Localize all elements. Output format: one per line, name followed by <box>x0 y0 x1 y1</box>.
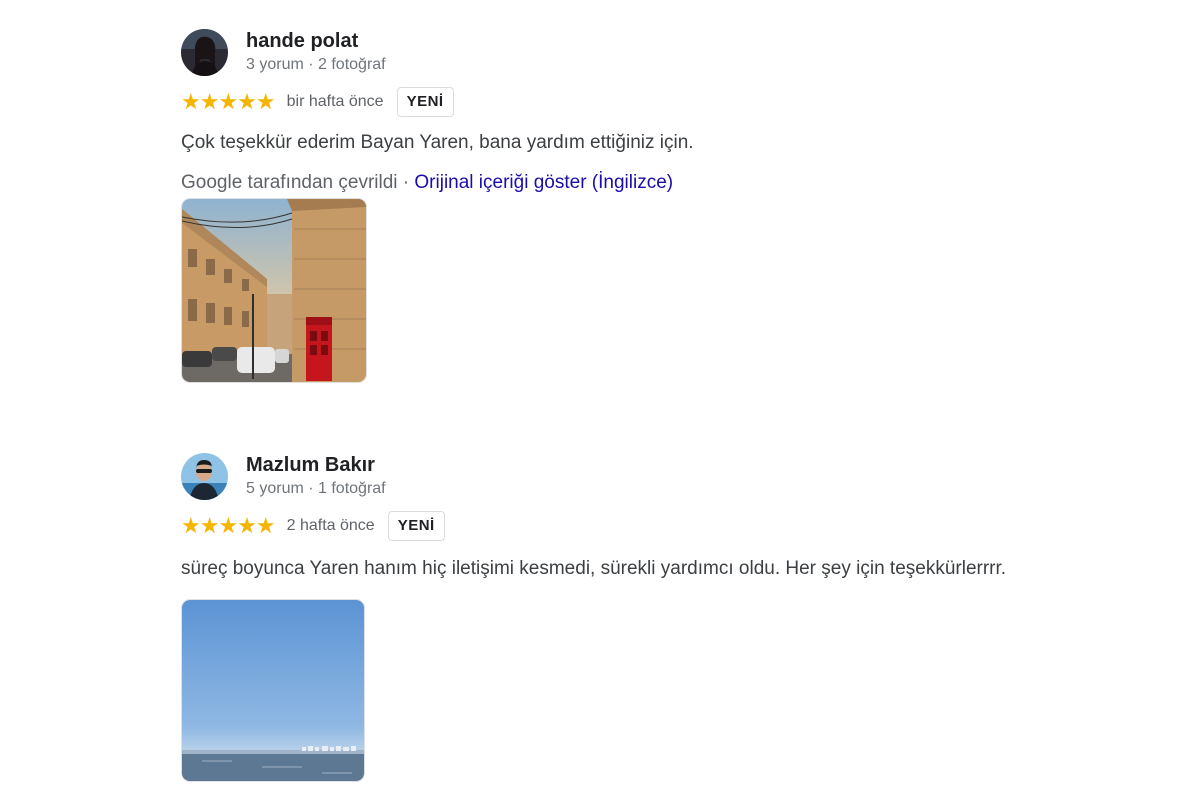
reviewer-meta: 3 yorum · 2 fotoğraf <box>246 55 386 73</box>
show-original-link[interactable]: Orijinal içeriği göster (İngilizce) <box>414 172 673 193</box>
avatar-image <box>181 28 228 76</box>
reviewer-info: hande polat 3 yorum · 2 fotoğraf <box>246 29 386 76</box>
star-rating: ★★★★★ <box>181 513 276 538</box>
reviewer-header: Mazlum Bakır 5 yorum · 1 fotoğraf <box>181 452 1141 500</box>
reviews-page: hande polat 3 yorum · 2 fotoğraf ★★★★★ b… <box>0 0 1200 800</box>
avatar[interactable] <box>181 28 228 76</box>
review-photo[interactable] <box>181 198 367 383</box>
street-photo-image <box>182 199 366 382</box>
reviewer-name[interactable]: Mazlum Bakır <box>246 453 386 477</box>
reviewer-info: Mazlum Bakır 5 yorum · 1 fotoğraf <box>246 453 386 500</box>
review-card: hande polat 3 yorum · 2 fotoğraf ★★★★★ b… <box>181 28 1141 383</box>
reviewer-header: hande polat 3 yorum · 2 fotoğraf <box>181 28 1141 76</box>
sky-sea-photo-image <box>182 600 364 781</box>
avatar-image <box>181 452 228 500</box>
rating-row: ★★★★★ 2 hafta önce YENİ <box>181 510 1141 542</box>
rating-row: ★★★★★ bir hafta önce YENİ <box>181 86 1141 118</box>
new-badge: YENİ <box>387 511 445 541</box>
review-time: bir hafta önce <box>286 93 384 110</box>
separator: · <box>402 172 410 193</box>
reviewer-name[interactable]: hande polat <box>246 29 386 53</box>
new-badge: YENİ <box>396 87 454 117</box>
review-card: Mazlum Bakır 5 yorum · 1 fotoğraf ★★★★★ … <box>181 452 1141 782</box>
avatar[interactable] <box>181 452 228 500</box>
review-time: 2 hafta önce <box>286 517 375 534</box>
reviewer-meta: 5 yorum · 1 fotoğraf <box>246 479 386 497</box>
translated-label: Google tarafından çevrildi <box>181 172 398 193</box>
star-rating: ★★★★★ <box>181 89 276 114</box>
translation-row: Google tarafından çevrildi · Orijinal iç… <box>181 170 1141 196</box>
review-text: Çok teşekkür ederim Bayan Yaren, bana ya… <box>181 132 694 153</box>
review-text: süreç boyunca Yaren hanım hiç iletişimi … <box>181 558 1007 579</box>
review-photo[interactable] <box>181 599 365 782</box>
